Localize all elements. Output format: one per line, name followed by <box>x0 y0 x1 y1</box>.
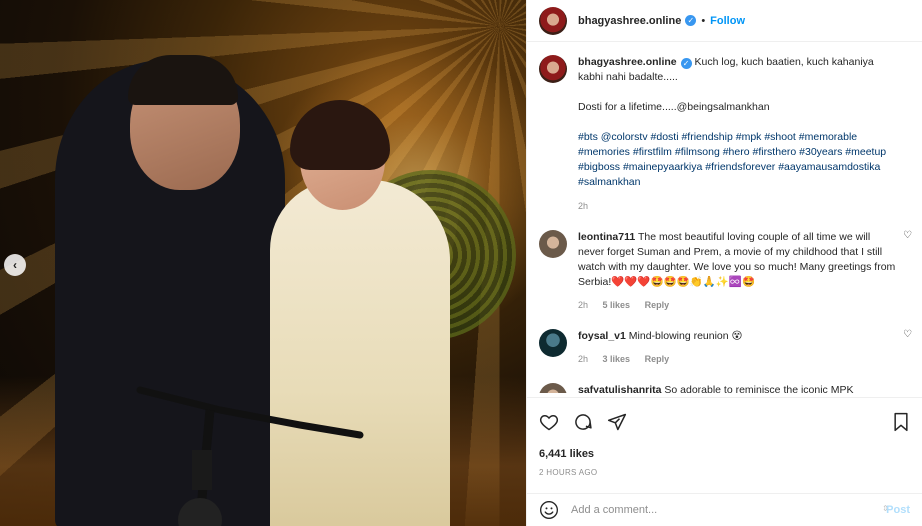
comment-item: safyatulishanrita So adorable to reminis… <box>539 383 910 393</box>
post-header: bhagyashree.online ✓ • Follow <box>527 0 922 42</box>
comment-item: leontina711 The most beautiful loving co… <box>539 230 912 313</box>
caption-text-line2: Dosti for a lifetime.....@beingsalmankha… <box>578 101 770 113</box>
comment-item: foysal_v1 Mind-blowing reunion 😵 2h 3 li… <box>539 329 912 367</box>
caption-body: bhagyashree.online ✓ Kuch log, kuch baati… <box>578 55 898 214</box>
comment-username[interactable]: safyatulishanrita <box>578 384 661 393</box>
comment-input[interactable]: Add a comment... <box>571 504 886 516</box>
comment-heart-icon[interactable]: ♡ <box>903 329 912 340</box>
bookmark-icon[interactable] <box>892 412 910 432</box>
share-icon[interactable] <box>607 412 627 432</box>
comment-icon[interactable] <box>573 412 593 432</box>
verified-badge-icon: ✓ <box>680 58 692 69</box>
carousel-prev-button[interactable]: ‹ <box>4 254 26 276</box>
comment-text: So adorable to reminisce the iconic MPK <box>664 384 854 393</box>
chevron-left-icon: ‹ <box>13 258 17 272</box>
post-media[interactable]: ‹ <box>0 0 526 526</box>
post-timestamp[interactable]: 2 HOURS AGO <box>539 468 910 477</box>
action-icons <box>539 410 910 434</box>
reply-button[interactable]: Reply <box>645 300 670 310</box>
comments-list[interactable]: bhagyashree.online ✓ Kuch log, kuch baati… <box>527 43 922 393</box>
comment-body: safyatulishanrita So adorable to reminis… <box>578 383 898 393</box>
comment-likes[interactable]: 5 likes <box>603 300 631 310</box>
caption-time[interactable]: 2h <box>578 199 898 214</box>
comment-username[interactable]: leontina711 <box>578 231 635 243</box>
comment-body: foysal_v1 Mind-blowing reunion 😵 2h 3 li… <box>578 329 898 367</box>
comment-avatar[interactable] <box>539 230 567 258</box>
comment-avatar[interactable] <box>539 329 567 357</box>
separator-dot: • <box>701 14 706 27</box>
comment-text: Mind-blowing reunion 😵 <box>628 330 743 342</box>
comment-username[interactable]: foysal_v1 <box>578 330 626 342</box>
emoji-icon[interactable] <box>539 500 559 520</box>
post-panel: bhagyashree.online ✓ • Follow bhagyashre… <box>526 0 922 526</box>
comment-time[interactable]: 2h <box>578 354 588 364</box>
add-comment-bar: Add a comment... Post ⇕ <box>527 493 922 526</box>
caption-avatar[interactable] <box>539 55 567 83</box>
comment-heart-icon[interactable]: ♡ <box>903 230 912 241</box>
follow-button[interactable]: Follow <box>710 15 745 27</box>
heart-icon[interactable] <box>539 412 559 432</box>
header-username[interactable]: bhagyashree.online <box>578 15 681 27</box>
comment-meta: 2h 5 likes Reply <box>578 298 898 313</box>
caption-username[interactable]: bhagyashree.online <box>578 56 677 68</box>
comment-likes[interactable]: 3 likes <box>603 354 631 364</box>
comment-avatar[interactable] <box>539 383 567 393</box>
verified-badge-icon: ✓ <box>685 15 697 26</box>
caption: bhagyashree.online ✓ Kuch log, kuch baati… <box>539 55 910 214</box>
post-actions: 6,441 likes 2 HOURS AGO <box>527 397 922 493</box>
reply-button[interactable]: Reply <box>645 354 670 364</box>
bicycle <box>136 386 364 526</box>
caption-hashtags[interactable]: #bts @colorstv #dosti #friendship #mpk #… <box>578 130 898 190</box>
avatar[interactable] <box>539 6 567 35</box>
comment-time[interactable]: 2h <box>578 300 588 310</box>
comment-body: leontina711 The most beautiful loving co… <box>578 230 898 313</box>
comment-meta: 2h 3 likes Reply <box>578 352 898 367</box>
scroll-arrows-icon: ⇕ <box>882 504 889 513</box>
likes-count[interactable]: 6,441 likes <box>539 448 910 460</box>
